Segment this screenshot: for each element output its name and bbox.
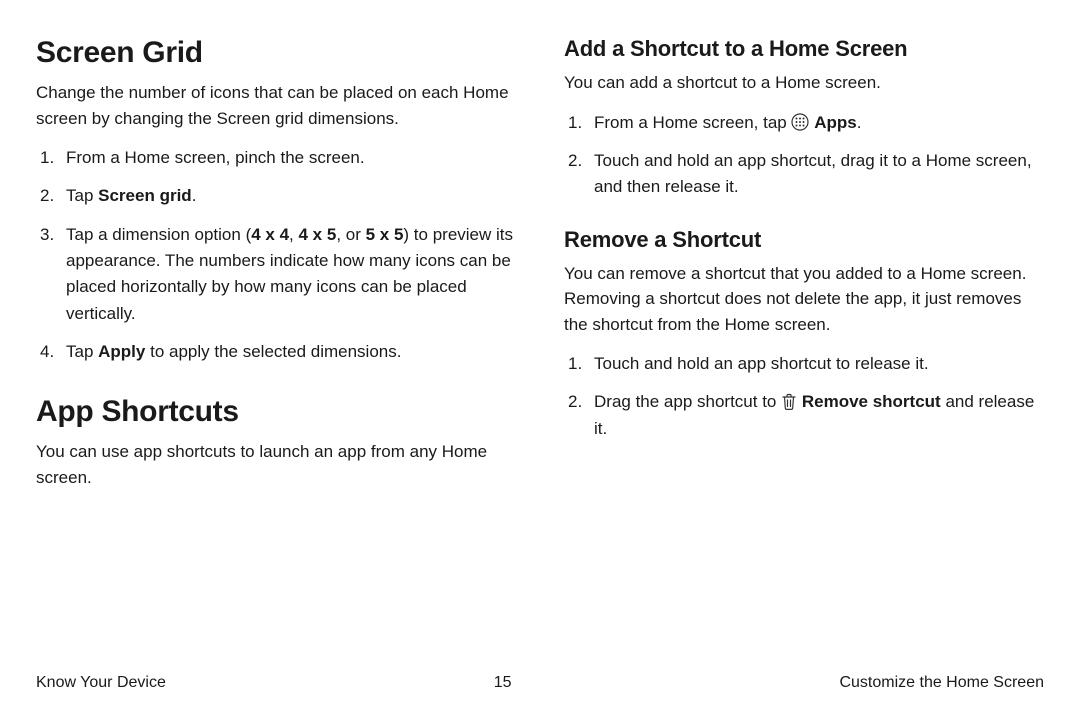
left-column: Screen Grid Change the number of icons t… [36, 36, 516, 504]
screen-grid-steps: From a Home screen, pinch the screen. Ta… [36, 145, 516, 365]
step-1: Touch and hold an app shortcut to releas… [564, 351, 1044, 377]
remove-shortcut-intro: You can remove a shortcut that you added… [564, 261, 1044, 338]
apps-grid-icon [791, 113, 809, 131]
trash-icon [781, 393, 797, 411]
right-column: Add a Shortcut to a Home Screen You can … [564, 36, 1044, 504]
footer-right: Customize the Home Screen [839, 674, 1044, 692]
add-shortcut-intro: You can add a shortcut to a Home screen. [564, 70, 1044, 96]
step-3: Tap a dimension option (4 x 4, 4 x 5, or… [36, 222, 516, 327]
screen-grid-intro: Change the number of icons that can be p… [36, 80, 516, 131]
footer-left: Know Your Device [36, 674, 166, 692]
step-4: Tap Apply to apply the selected dimensio… [36, 339, 516, 365]
step-2: Drag the app shortcut to Remove shortcut… [564, 389, 1044, 442]
step-1: From a Home screen, pinch the screen. [36, 145, 516, 171]
heading-remove-shortcut: Remove a Shortcut [564, 227, 1044, 253]
heading-add-shortcut: Add a Shortcut to a Home Screen [564, 36, 1044, 62]
heading-app-shortcuts: App Shortcuts [36, 395, 516, 429]
remove-shortcut-steps: Touch and hold an app shortcut to releas… [564, 351, 1044, 442]
app-shortcuts-intro: You can use app shortcuts to launch an a… [36, 439, 516, 490]
add-shortcut-steps: From a Home screen, tap Apps. Touch and … [564, 110, 1044, 201]
heading-screen-grid: Screen Grid [36, 36, 516, 70]
footer-page-number: 15 [494, 674, 512, 692]
step-2: Tap Screen grid. [36, 183, 516, 209]
step-2: Touch and hold an app shortcut, drag it … [564, 148, 1044, 201]
page-footer: Know Your Device 15 Customize the Home S… [36, 674, 1044, 692]
step-1: From a Home screen, tap Apps. [564, 110, 1044, 136]
